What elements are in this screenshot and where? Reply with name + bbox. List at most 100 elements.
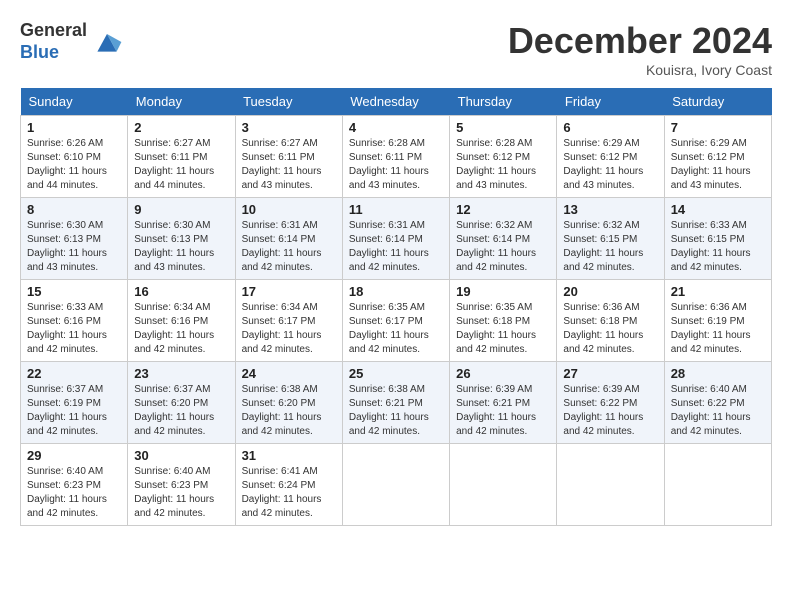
day-info: Sunrise: 6:29 AM Sunset: 6:12 PM Dayligh… (563, 137, 657, 193)
day-number: 16 (134, 284, 228, 299)
day-number: 20 (563, 284, 657, 299)
calendar-cell: 14 Sunrise: 6:33 AM Sunset: 6:15 PM Dayl… (664, 198, 771, 280)
day-number: 13 (563, 202, 657, 217)
calendar-cell: 21 Sunrise: 6:36 AM Sunset: 6:19 PM Dayl… (664, 280, 771, 362)
day-number: 5 (456, 120, 550, 135)
calendar-week-row: 1 Sunrise: 6:26 AM Sunset: 6:10 PM Dayli… (21, 116, 772, 198)
day-header-tuesday: Tuesday (235, 88, 342, 116)
page-header: General Blue December 2024 Kouisra, Ivor… (20, 20, 772, 78)
calendar-week-row: 15 Sunrise: 6:33 AM Sunset: 6:16 PM Dayl… (21, 280, 772, 362)
day-number: 17 (242, 284, 336, 299)
day-info: Sunrise: 6:36 AM Sunset: 6:18 PM Dayligh… (563, 301, 657, 357)
calendar-header-row: SundayMondayTuesdayWednesdayThursdayFrid… (21, 88, 772, 116)
day-number: 21 (671, 284, 765, 299)
day-number: 24 (242, 366, 336, 381)
day-info: Sunrise: 6:30 AM Sunset: 6:13 PM Dayligh… (27, 219, 121, 275)
day-number: 9 (134, 202, 228, 217)
day-number: 1 (27, 120, 121, 135)
day-info: Sunrise: 6:34 AM Sunset: 6:16 PM Dayligh… (134, 301, 228, 357)
day-info: Sunrise: 6:40 AM Sunset: 6:23 PM Dayligh… (134, 465, 228, 521)
location: Kouisra, Ivory Coast (508, 62, 772, 78)
day-info: Sunrise: 6:40 AM Sunset: 6:22 PM Dayligh… (671, 383, 765, 439)
calendar-cell: 23 Sunrise: 6:37 AM Sunset: 6:20 PM Dayl… (128, 362, 235, 444)
calendar-cell: 20 Sunrise: 6:36 AM Sunset: 6:18 PM Dayl… (557, 280, 664, 362)
day-number: 18 (349, 284, 443, 299)
day-info: Sunrise: 6:32 AM Sunset: 6:15 PM Dayligh… (563, 219, 657, 275)
day-number: 28 (671, 366, 765, 381)
calendar-cell: 9 Sunrise: 6:30 AM Sunset: 6:13 PM Dayli… (128, 198, 235, 280)
calendar-cell: 5 Sunrise: 6:28 AM Sunset: 6:12 PM Dayli… (450, 116, 557, 198)
day-info: Sunrise: 6:30 AM Sunset: 6:13 PM Dayligh… (134, 219, 228, 275)
calendar-cell: 31 Sunrise: 6:41 AM Sunset: 6:24 PM Dayl… (235, 444, 342, 526)
calendar-cell: 12 Sunrise: 6:32 AM Sunset: 6:14 PM Dayl… (450, 198, 557, 280)
day-header-thursday: Thursday (450, 88, 557, 116)
day-info: Sunrise: 6:26 AM Sunset: 6:10 PM Dayligh… (27, 137, 121, 193)
calendar-cell (342, 444, 449, 526)
calendar-cell: 11 Sunrise: 6:31 AM Sunset: 6:14 PM Dayl… (342, 198, 449, 280)
day-info: Sunrise: 6:31 AM Sunset: 6:14 PM Dayligh… (242, 219, 336, 275)
day-number: 29 (27, 448, 121, 463)
logo-blue-text: Blue (20, 42, 59, 62)
title-block: December 2024 Kouisra, Ivory Coast (508, 20, 772, 78)
day-info: Sunrise: 6:33 AM Sunset: 6:16 PM Dayligh… (27, 301, 121, 357)
calendar-cell: 19 Sunrise: 6:35 AM Sunset: 6:18 PM Dayl… (450, 280, 557, 362)
day-number: 23 (134, 366, 228, 381)
day-number: 25 (349, 366, 443, 381)
day-number: 30 (134, 448, 228, 463)
calendar-cell (664, 444, 771, 526)
day-number: 4 (349, 120, 443, 135)
calendar-cell: 22 Sunrise: 6:37 AM Sunset: 6:19 PM Dayl… (21, 362, 128, 444)
calendar-cell (557, 444, 664, 526)
day-info: Sunrise: 6:40 AM Sunset: 6:23 PM Dayligh… (27, 465, 121, 521)
day-info: Sunrise: 6:27 AM Sunset: 6:11 PM Dayligh… (242, 137, 336, 193)
day-number: 31 (242, 448, 336, 463)
day-number: 12 (456, 202, 550, 217)
day-info: Sunrise: 6:35 AM Sunset: 6:17 PM Dayligh… (349, 301, 443, 357)
calendar-table: SundayMondayTuesdayWednesdayThursdayFrid… (20, 88, 772, 526)
calendar-cell: 28 Sunrise: 6:40 AM Sunset: 6:22 PM Dayl… (664, 362, 771, 444)
day-header-sunday: Sunday (21, 88, 128, 116)
day-number: 2 (134, 120, 228, 135)
day-number: 8 (27, 202, 121, 217)
day-info: Sunrise: 6:34 AM Sunset: 6:17 PM Dayligh… (242, 301, 336, 357)
day-info: Sunrise: 6:36 AM Sunset: 6:19 PM Dayligh… (671, 301, 765, 357)
logo-general-text: General (20, 20, 87, 40)
month-title: December 2024 (508, 20, 772, 62)
day-number: 14 (671, 202, 765, 217)
day-number: 15 (27, 284, 121, 299)
day-number: 19 (456, 284, 550, 299)
day-info: Sunrise: 6:29 AM Sunset: 6:12 PM Dayligh… (671, 137, 765, 193)
logo: General Blue (20, 20, 123, 63)
calendar-cell: 8 Sunrise: 6:30 AM Sunset: 6:13 PM Dayli… (21, 198, 128, 280)
calendar-cell: 4 Sunrise: 6:28 AM Sunset: 6:11 PM Dayli… (342, 116, 449, 198)
day-number: 10 (242, 202, 336, 217)
day-info: Sunrise: 6:41 AM Sunset: 6:24 PM Dayligh… (242, 465, 336, 521)
day-info: Sunrise: 6:37 AM Sunset: 6:20 PM Dayligh… (134, 383, 228, 439)
day-number: 6 (563, 120, 657, 135)
calendar-cell: 3 Sunrise: 6:27 AM Sunset: 6:11 PM Dayli… (235, 116, 342, 198)
calendar-week-row: 8 Sunrise: 6:30 AM Sunset: 6:13 PM Dayli… (21, 198, 772, 280)
calendar-cell: 17 Sunrise: 6:34 AM Sunset: 6:17 PM Dayl… (235, 280, 342, 362)
calendar-cell: 29 Sunrise: 6:40 AM Sunset: 6:23 PM Dayl… (21, 444, 128, 526)
calendar-cell: 25 Sunrise: 6:38 AM Sunset: 6:21 PM Dayl… (342, 362, 449, 444)
day-info: Sunrise: 6:38 AM Sunset: 6:20 PM Dayligh… (242, 383, 336, 439)
calendar-cell (450, 444, 557, 526)
calendar-cell: 24 Sunrise: 6:38 AM Sunset: 6:20 PM Dayl… (235, 362, 342, 444)
day-number: 11 (349, 202, 443, 217)
day-number: 7 (671, 120, 765, 135)
calendar-cell: 10 Sunrise: 6:31 AM Sunset: 6:14 PM Dayl… (235, 198, 342, 280)
calendar-cell: 16 Sunrise: 6:34 AM Sunset: 6:16 PM Dayl… (128, 280, 235, 362)
calendar-week-row: 29 Sunrise: 6:40 AM Sunset: 6:23 PM Dayl… (21, 444, 772, 526)
day-info: Sunrise: 6:28 AM Sunset: 6:11 PM Dayligh… (349, 137, 443, 193)
calendar-cell: 27 Sunrise: 6:39 AM Sunset: 6:22 PM Dayl… (557, 362, 664, 444)
calendar-cell: 15 Sunrise: 6:33 AM Sunset: 6:16 PM Dayl… (21, 280, 128, 362)
day-info: Sunrise: 6:39 AM Sunset: 6:21 PM Dayligh… (456, 383, 550, 439)
calendar-cell: 13 Sunrise: 6:32 AM Sunset: 6:15 PM Dayl… (557, 198, 664, 280)
day-number: 26 (456, 366, 550, 381)
day-header-friday: Friday (557, 88, 664, 116)
day-info: Sunrise: 6:39 AM Sunset: 6:22 PM Dayligh… (563, 383, 657, 439)
logo-icon (91, 26, 123, 58)
calendar-cell: 7 Sunrise: 6:29 AM Sunset: 6:12 PM Dayli… (664, 116, 771, 198)
calendar-cell: 1 Sunrise: 6:26 AM Sunset: 6:10 PM Dayli… (21, 116, 128, 198)
day-header-wednesday: Wednesday (342, 88, 449, 116)
